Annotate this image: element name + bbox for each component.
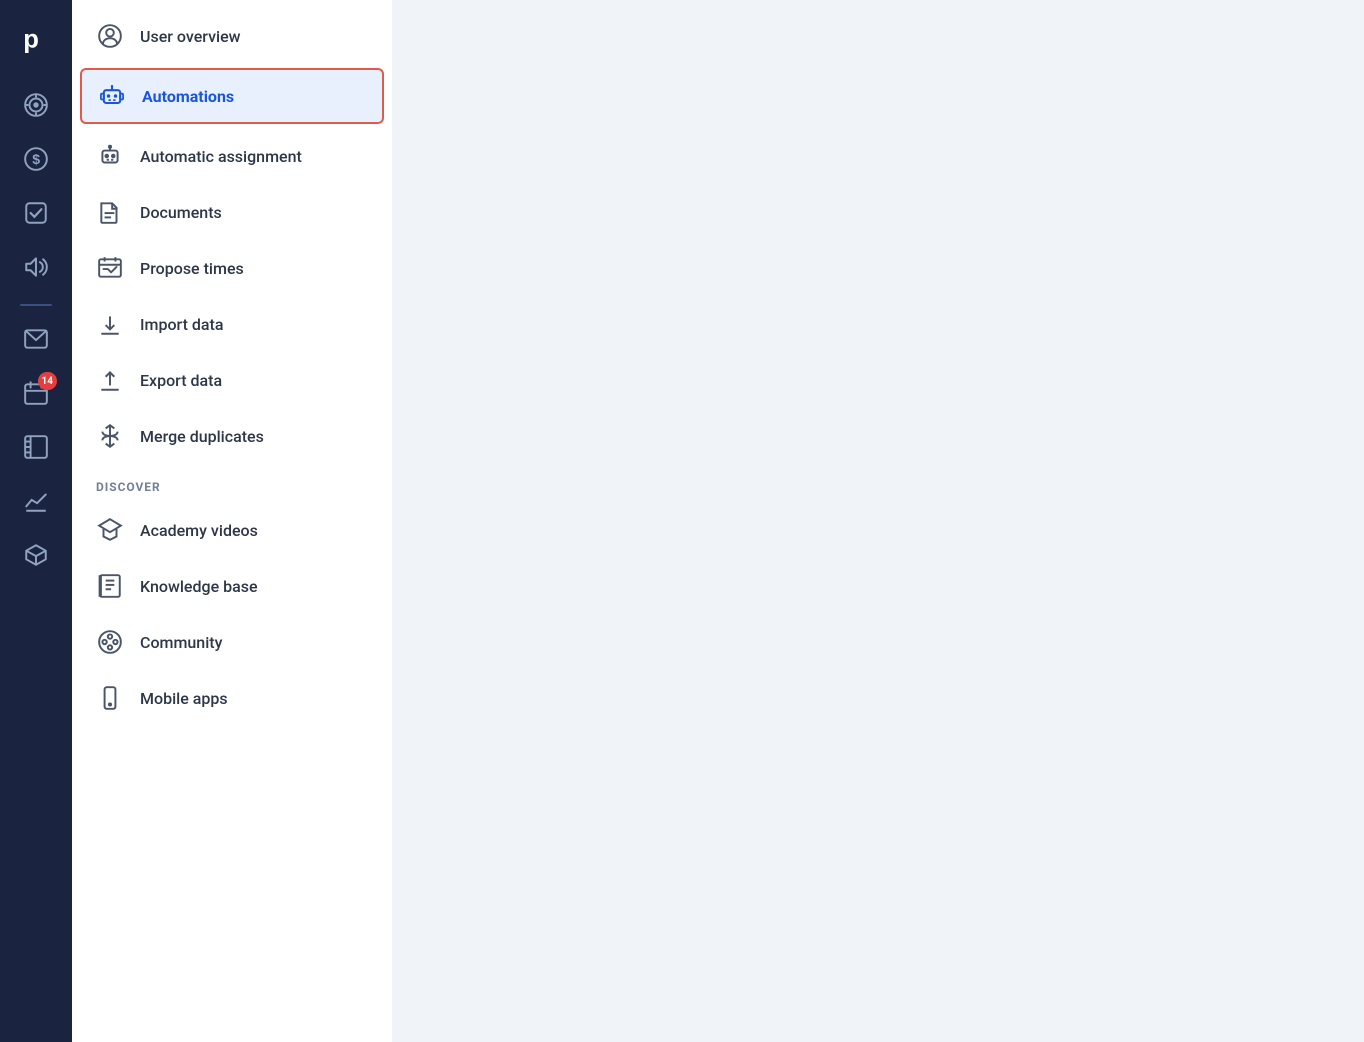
menu-item-user-overview[interactable]: User overview bbox=[72, 8, 392, 64]
menu-item-propose-times-label: Propose times bbox=[140, 259, 244, 278]
dollar-icon[interactable]: $ bbox=[11, 134, 61, 184]
menu-item-mobile-apps[interactable]: Mobile apps bbox=[72, 670, 392, 726]
secondary-menu: User overview Automations bbox=[72, 0, 392, 1042]
menu-item-academy-videos-label: Academy videos bbox=[140, 521, 258, 540]
menu-item-automations-label: Automations bbox=[142, 87, 234, 106]
menu-item-community-label: Community bbox=[140, 633, 222, 652]
contacts-icon[interactable] bbox=[11, 422, 61, 472]
robot-icon bbox=[98, 82, 126, 110]
email-icon[interactable] bbox=[11, 314, 61, 364]
menu-item-knowledge-base[interactable]: Knowledge base bbox=[72, 558, 392, 614]
sidebar-divider bbox=[20, 304, 52, 306]
menu-item-merge-duplicates[interactable]: Merge duplicates bbox=[72, 408, 392, 464]
mobile-icon bbox=[96, 684, 124, 712]
menu-item-export-data-label: Export data bbox=[140, 371, 222, 390]
merge-icon bbox=[96, 422, 124, 450]
menu-item-mobile-apps-label: Mobile apps bbox=[140, 689, 228, 708]
calendar-icon[interactable]: 14 bbox=[11, 368, 61, 418]
menu-item-documents-label: Documents bbox=[140, 203, 222, 222]
menu-item-automatic-assignment-label: Automatic assignment bbox=[140, 147, 302, 166]
menu-item-documents[interactable]: Documents bbox=[72, 184, 392, 240]
discover-section-label: DISCOVER bbox=[72, 464, 392, 502]
menu-item-user-overview-label: User overview bbox=[140, 27, 241, 46]
user-circle-icon bbox=[96, 22, 124, 50]
propose-times-icon bbox=[96, 254, 124, 282]
export-icon bbox=[96, 366, 124, 394]
assignment-icon bbox=[96, 142, 124, 170]
community-icon bbox=[96, 628, 124, 656]
import-icon bbox=[96, 310, 124, 338]
main-content bbox=[392, 0, 1364, 1042]
box-icon[interactable] bbox=[11, 530, 61, 580]
calendar-badge: 14 bbox=[38, 372, 57, 390]
menu-item-community[interactable]: Community bbox=[72, 614, 392, 670]
menu-item-automations[interactable]: Automations bbox=[80, 68, 384, 124]
megaphone-icon[interactable] bbox=[11, 242, 61, 292]
svg-text:$: $ bbox=[32, 151, 40, 167]
document-icon bbox=[96, 198, 124, 226]
menu-item-merge-duplicates-label: Merge duplicates bbox=[140, 427, 264, 446]
menu-item-import-data[interactable]: Import data bbox=[72, 296, 392, 352]
app-logo[interactable]: p bbox=[14, 16, 58, 60]
graduation-icon bbox=[96, 516, 124, 544]
knowledge-icon bbox=[96, 572, 124, 600]
checkbox-icon[interactable] bbox=[11, 188, 61, 238]
svg-text:p: p bbox=[23, 26, 39, 54]
chart-icon[interactable] bbox=[11, 476, 61, 526]
menu-item-academy-videos[interactable]: Academy videos bbox=[72, 502, 392, 558]
menu-item-import-data-label: Import data bbox=[140, 315, 223, 334]
menu-item-automatic-assignment[interactable]: Automatic assignment bbox=[72, 128, 392, 184]
menu-item-export-data[interactable]: Export data bbox=[72, 352, 392, 408]
menu-item-propose-times[interactable]: Propose times bbox=[72, 240, 392, 296]
menu-item-knowledge-base-label: Knowledge base bbox=[140, 577, 258, 596]
main-sidebar: p $ bbox=[0, 0, 72, 1042]
target-icon[interactable] bbox=[11, 80, 61, 130]
